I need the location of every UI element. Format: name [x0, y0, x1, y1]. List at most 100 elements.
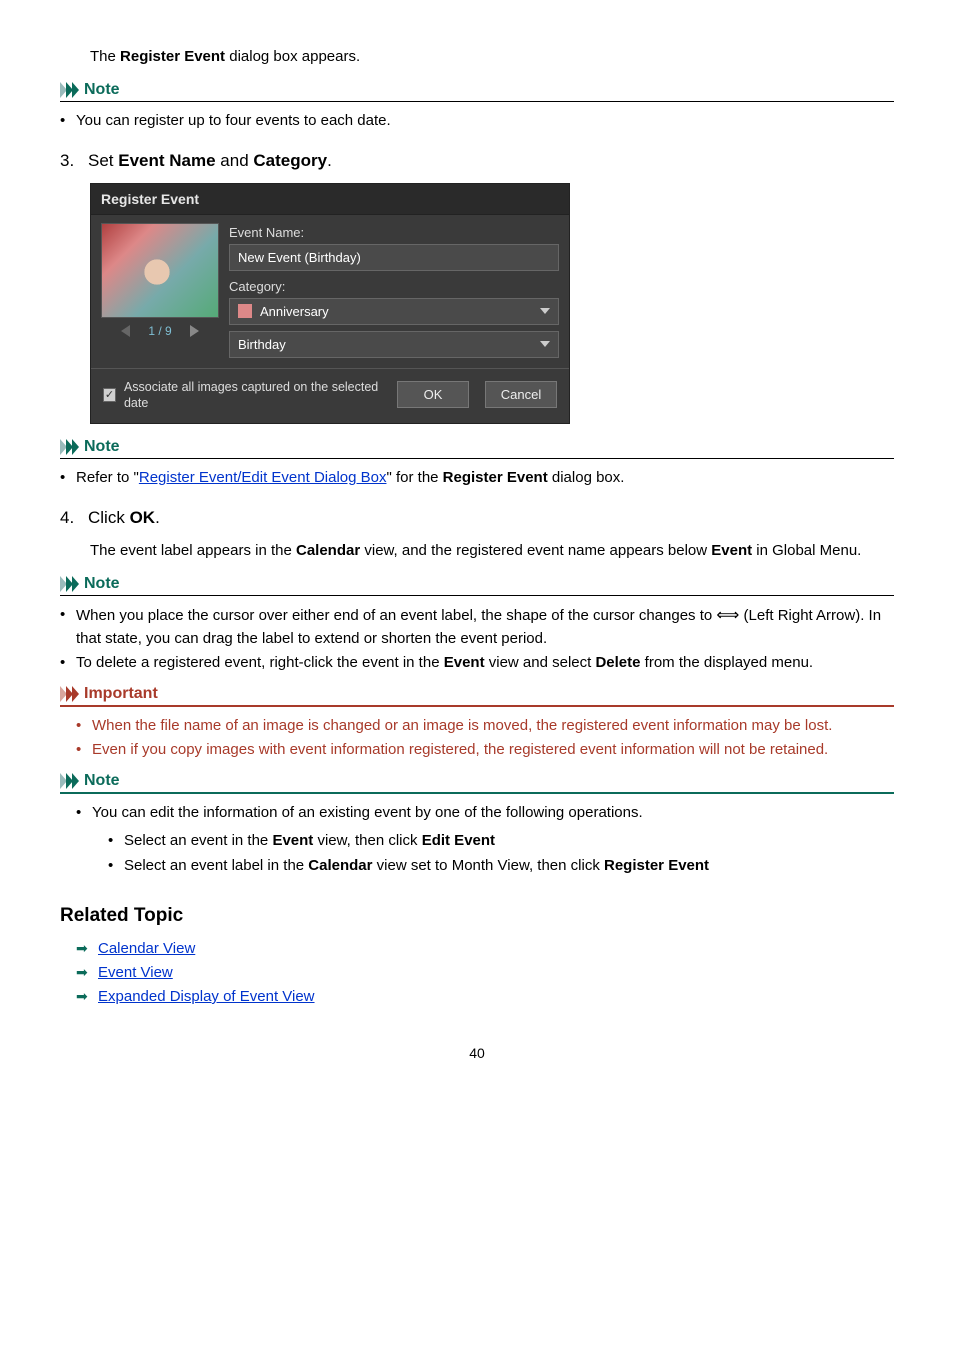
text: view, then click [313, 832, 421, 849]
list-item: Select an event label in the Calendar vi… [108, 855, 894, 878]
color-swatch [238, 304, 252, 318]
text-bold: Edit Event [422, 832, 495, 849]
list-item: Select an event in the Event view, then … [108, 830, 894, 853]
sub-list: Select an event in the Event view, then … [108, 830, 894, 877]
page-number: 40 [60, 1045, 894, 1061]
text-bold: Calendar [296, 542, 360, 559]
text: view and select [485, 654, 596, 671]
dropdown-value: Birthday [238, 337, 286, 352]
chevron-down-icon [540, 341, 550, 347]
dropdown-value: Anniversary [260, 304, 329, 319]
step-text: Set Event Name and Category. [88, 151, 332, 171]
text-bold: OK [130, 508, 156, 527]
text: dialog box. [548, 469, 625, 486]
step-number: 4. [60, 508, 88, 528]
text-bold: Category [253, 151, 327, 170]
text: The event label appears in the [90, 542, 296, 559]
expanded-event-view-link[interactable]: Expanded Display of Event View [98, 988, 315, 1005]
text: view set to Month View, then click [373, 857, 605, 874]
text: . [327, 151, 332, 170]
checkbox-icon: ✓ [103, 388, 116, 402]
list-item: When the file name of an image is change… [76, 715, 894, 738]
cancel-button[interactable]: Cancel [485, 381, 557, 408]
list-item: To delete a registered event, right-clic… [60, 652, 894, 675]
text: When you place the cursor over either en… [76, 606, 716, 623]
category-label: Category: [229, 279, 559, 294]
category-dropdown[interactable]: Anniversary [229, 298, 559, 325]
calendar-view-link[interactable]: Calendar View [98, 940, 195, 957]
text-bold: Register Event [443, 469, 548, 486]
text-bold: Register Event [120, 48, 225, 65]
related-topic-heading: Related Topic [60, 905, 894, 927]
event-name-label: Event Name: [229, 225, 559, 240]
step4-paragraph: The event label appears in the Calendar … [90, 540, 894, 561]
list-item: Expanded Display of Event View [76, 985, 894, 1009]
dialog-box-link[interactable]: Register Event/Edit Event Dialog Box [139, 469, 387, 486]
text: Select an event in the [124, 832, 272, 849]
chevron-down-icon [540, 308, 550, 314]
list-item: Event View [76, 961, 894, 985]
important-heading: Important [60, 685, 894, 707]
chevron-icon [60, 439, 78, 455]
text-bold: Event Name [118, 151, 215, 170]
text: from the displayed menu. [641, 654, 814, 671]
list-item: Calendar View [76, 937, 894, 961]
note-heading: Note [60, 81, 894, 102]
text: The [90, 48, 120, 65]
register-event-dialog: Register Event 1 / 9 Event Name: New Eve… [90, 183, 570, 425]
text: Set [88, 151, 118, 170]
thumbnail-nav: 1 / 9 [101, 318, 219, 340]
text-bold: Register Event [604, 857, 709, 874]
text: To delete a registered event, right-clic… [76, 654, 444, 671]
text: " for the [386, 469, 442, 486]
text-bold: Event [444, 654, 485, 671]
text: You can edit the information of an exist… [92, 804, 643, 821]
list-item: You can register up to four events to ea… [60, 110, 894, 133]
chevron-icon [60, 576, 78, 592]
list-item: Refer to "Register Event/Edit Event Dial… [60, 467, 894, 490]
event-view-link[interactable]: Event View [98, 964, 173, 981]
text: view, and the registered event name appe… [360, 542, 711, 559]
related-links-list: Calendar View Event View Expanded Displa… [76, 937, 894, 1009]
event-name-input[interactable]: New Event (Birthday) [229, 244, 559, 271]
step-3: 3. Set Event Name and Category. [60, 151, 894, 171]
text: Click [88, 508, 130, 527]
note-label: Note [84, 438, 120, 456]
text-bold: Calendar [308, 857, 372, 874]
chevron-icon [60, 773, 78, 789]
note-heading: Note [60, 575, 894, 596]
text: Select an event label in the [124, 857, 308, 874]
thumbnail-image [101, 223, 219, 318]
step-text: Click OK. [88, 508, 160, 528]
list-item: You can edit the information of an exist… [76, 802, 894, 878]
note-list: You can edit the information of an exist… [76, 802, 894, 878]
important-label: Important [84, 685, 158, 703]
subcategory-dropdown[interactable]: Birthday [229, 331, 559, 358]
important-list: When the file name of an image is change… [76, 715, 894, 762]
intro-paragraph: The Register Event dialog box appears. [90, 46, 894, 67]
ok-button[interactable]: OK [397, 381, 469, 408]
chevron-icon [60, 686, 78, 702]
chevron-icon [60, 82, 78, 98]
note-label: Note [84, 81, 120, 99]
note-list: When you place the cursor over either en… [60, 604, 894, 675]
list-item: Even if you copy images with event infor… [76, 739, 894, 762]
left-right-arrow-icon: ⟺ [716, 604, 739, 628]
text: Refer to " [76, 469, 139, 486]
text-bold: Event [272, 832, 313, 849]
list-item: When you place the cursor over either en… [60, 604, 894, 651]
dialog-title: Register Event [91, 184, 569, 215]
thumbnail-counter: 1 / 9 [148, 324, 171, 338]
note-heading: Note [60, 772, 894, 794]
note-heading: Note [60, 438, 894, 459]
note-label: Note [84, 575, 120, 593]
checkbox-label: Associate all images captured on the sel… [124, 379, 381, 412]
note-label: Note [84, 772, 120, 790]
associate-checkbox[interactable]: ✓ Associate all images captured on the s… [103, 379, 381, 412]
next-icon[interactable] [190, 325, 199, 337]
step-4: 4. Click OK. [60, 508, 894, 528]
prev-icon[interactable] [121, 325, 130, 337]
text-bold: Event [711, 542, 752, 559]
text-bold: Delete [595, 654, 640, 671]
text: in Global Menu. [752, 542, 861, 559]
